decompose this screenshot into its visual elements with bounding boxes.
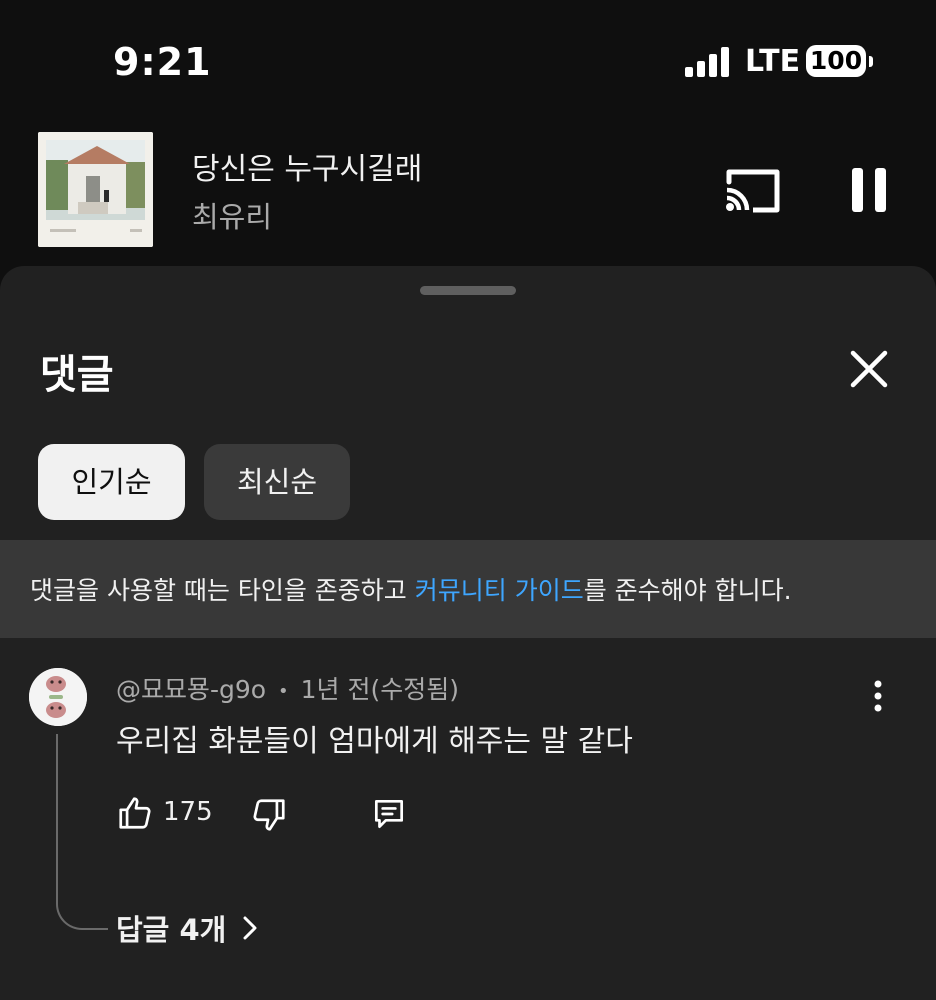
song-title[interactable]: 당신은 누구시길래 <box>192 144 422 188</box>
signal-icon <box>685 47 731 77</box>
more-options-icon[interactable] <box>864 678 892 718</box>
replies-label: 답글 4개 <box>116 913 227 947</box>
chevron-right-icon <box>243 916 257 940</box>
guideline-text: 댓글을 사용할 때는 타인을 존중하고 커뮤니티 가이드를 준수해야 합니다. <box>30 571 792 607</box>
comment-time: 1년 전(수정됨) <box>300 675 459 704</box>
status-time: 9:21 <box>113 40 212 84</box>
like-count: 175 <box>163 797 213 827</box>
mini-player[interactable]: 당신은 누구시길래 최유리 <box>0 120 936 270</box>
cast-icon[interactable] <box>723 166 783 216</box>
status-bar: 9:21 LTE 100 <box>0 0 936 120</box>
view-replies-button[interactable]: 답글 4개 <box>116 908 260 948</box>
guideline-prefix: 댓글을 사용할 때는 타인을 존중하고 <box>30 576 415 605</box>
community-guideline-banner: 댓글을 사용할 때는 타인을 존중하고 커뮤니티 가이드를 준수해야 합니다. <box>0 540 936 638</box>
pause-icon[interactable] <box>845 166 893 214</box>
album-art[interactable] <box>38 132 153 247</box>
song-artist[interactable]: 최유리 <box>192 194 272 236</box>
comment-meta: @묘묘묭-g9o • 1년 전(수정됨) <box>116 670 459 706</box>
avatar[interactable] <box>29 668 87 726</box>
community-guidelines-link[interactable]: 커뮤니티 가이드 <box>415 576 584 605</box>
like-icon[interactable] <box>116 794 154 832</box>
thread-line <box>56 734 108 930</box>
network-label: LTE <box>745 44 801 79</box>
dislike-icon[interactable] <box>250 796 288 834</box>
guideline-suffix: 를 준수해야 합니다. <box>583 576 792 605</box>
battery-tip <box>869 56 873 67</box>
drag-handle[interactable] <box>420 286 516 295</box>
sheet-title: 댓글 <box>40 352 114 398</box>
reply-icon[interactable] <box>370 795 408 833</box>
sort-chip-newest[interactable]: 최신순 <box>204 444 350 520</box>
comments-sheet: 댓글 인기순 최신순 댓글을 사용할 때는 타인을 존중하고 커뮤니티 가이드를… <box>0 266 936 1000</box>
comment-author[interactable]: @묘묘묭-g9o <box>116 675 266 704</box>
sort-chip-popular[interactable]: 인기순 <box>38 444 185 520</box>
battery-icon: 100 <box>806 45 866 77</box>
comment-text: 우리집 화분들이 엄마에게 해주는 말 같다 <box>116 724 633 759</box>
close-icon[interactable] <box>846 346 892 392</box>
meta-separator: • <box>278 680 289 702</box>
